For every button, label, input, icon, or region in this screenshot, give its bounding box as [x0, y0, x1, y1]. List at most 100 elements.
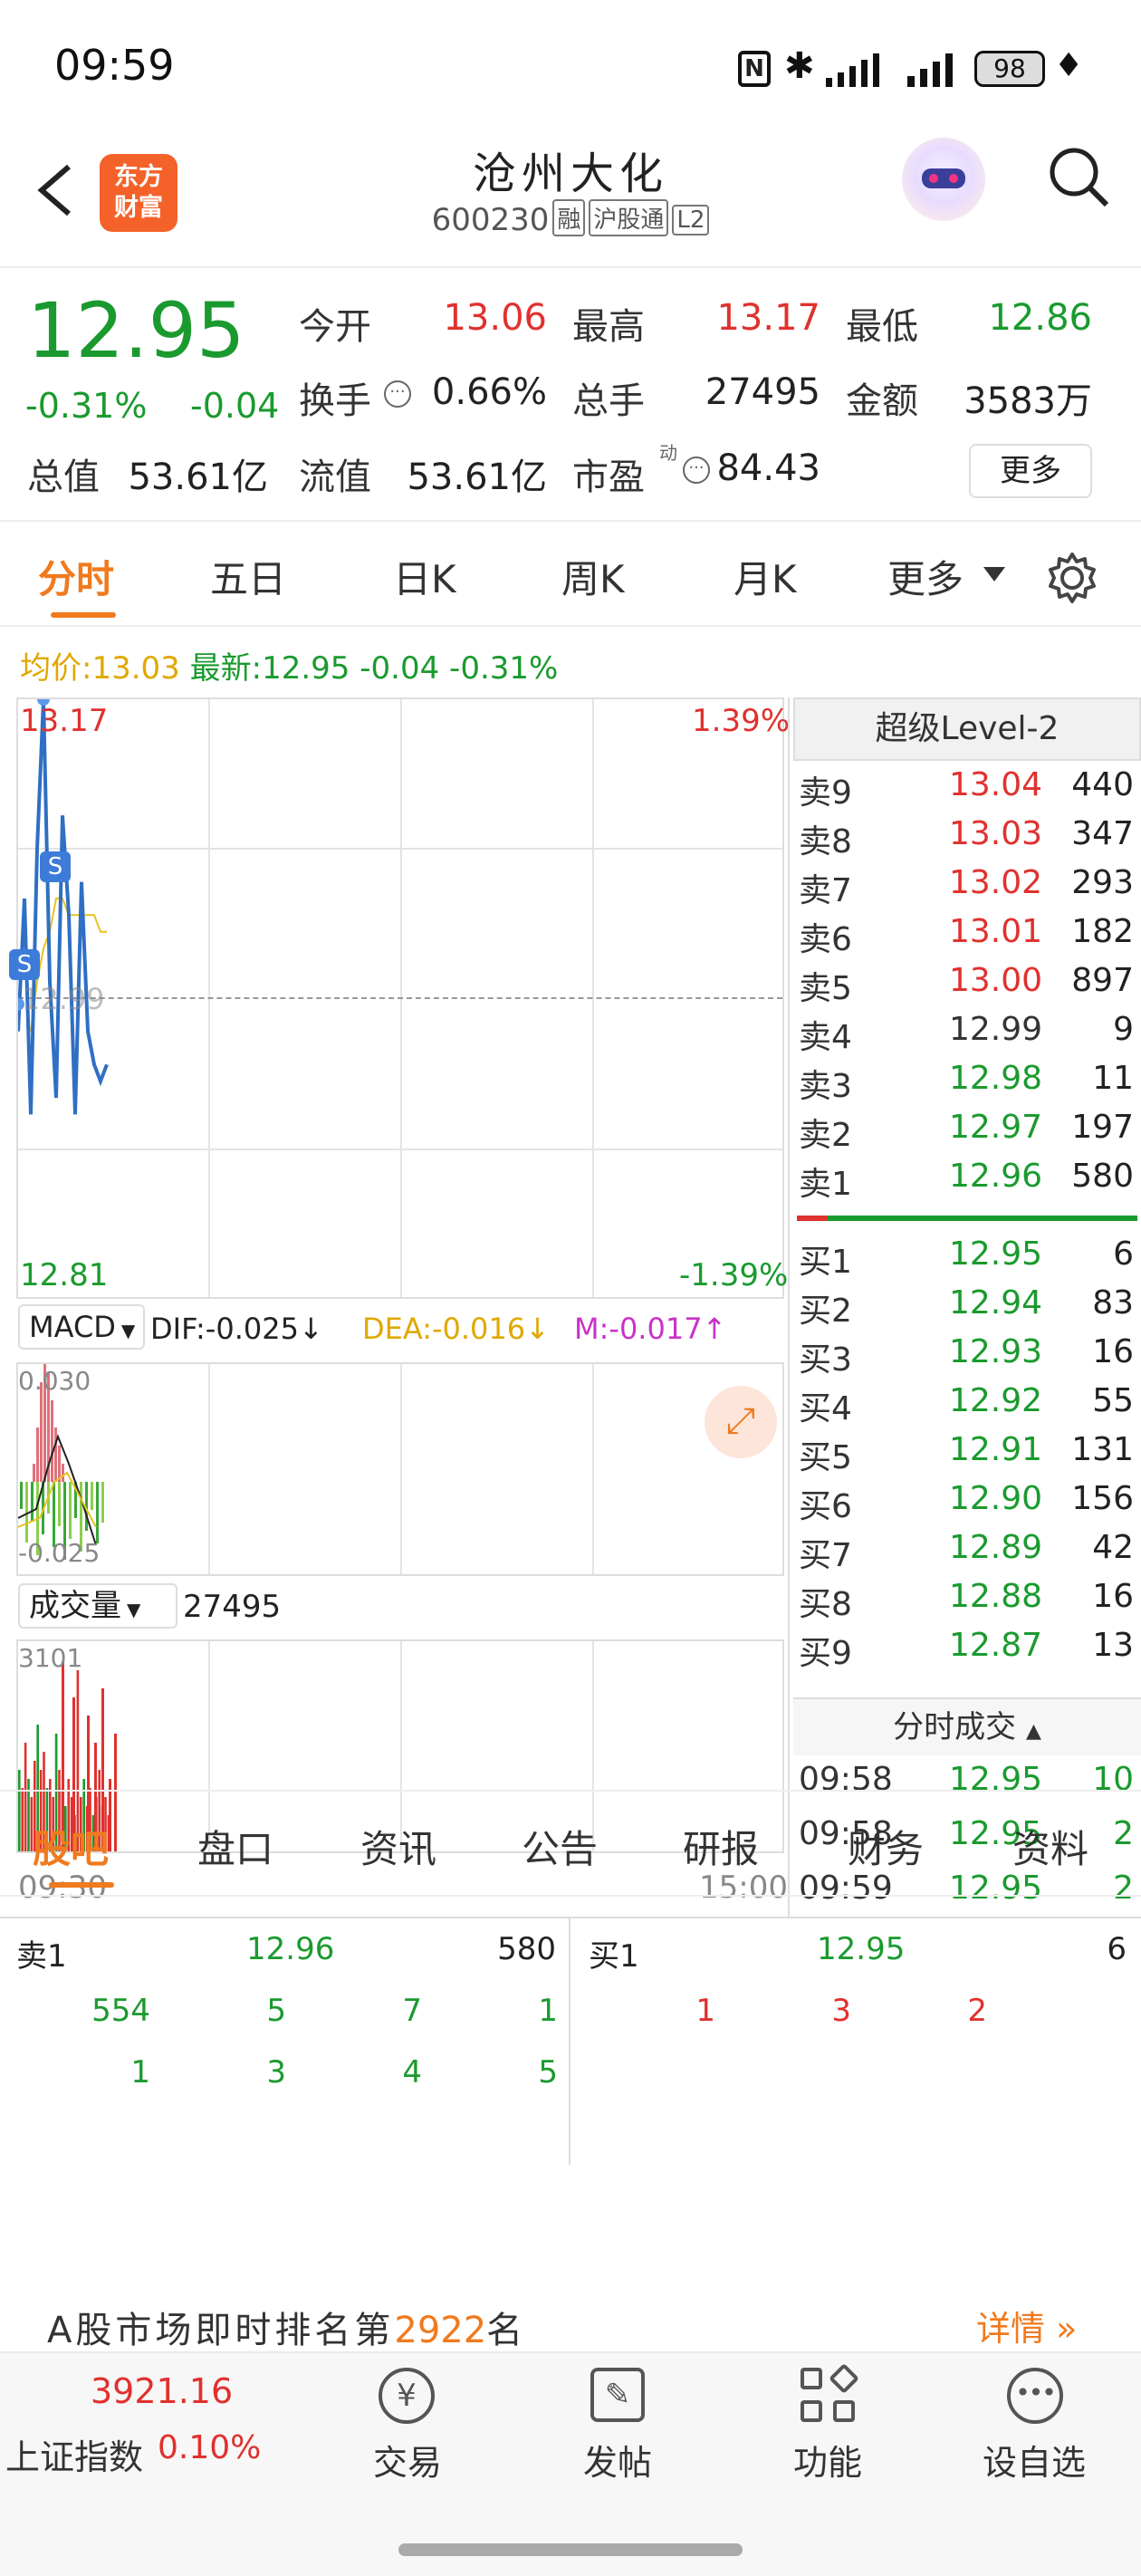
- price-info-line: 均价:13.03 最新:12.95 -0.04 -0.31%: [20, 643, 558, 687]
- subtab-4[interactable]: 研报: [683, 1819, 759, 1874]
- bid-row[interactable]: 买9 12.87 13: [795, 1627, 1139, 1676]
- leaf-icon: ♦: [1054, 47, 1084, 84]
- trade-yen-icon[interactable]: ¥: [379, 2368, 435, 2424]
- macd-bottom-label: -0.025: [18, 1538, 101, 1568]
- ob-price: 12.94: [949, 1284, 1043, 1322]
- queue-buy-vol: 6: [1107, 1931, 1127, 1967]
- tab-more[interactable]: 更多: [887, 549, 964, 604]
- ob-price: 12.95: [949, 1235, 1043, 1273]
- float-label: 流值: [299, 457, 371, 498]
- bid-row[interactable]: 买3 12.93 16: [795, 1333, 1139, 1382]
- index-value[interactable]: 3921.16: [91, 2371, 233, 2411]
- bid-row[interactable]: 买2 12.94 83: [795, 1284, 1139, 1333]
- level2-title[interactable]: 超级Level-2: [793, 697, 1141, 761]
- subtab-0[interactable]: 股吧: [33, 1819, 109, 1874]
- expand-icon[interactable]: ⤢: [705, 1386, 777, 1458]
- bluetooth-icon: ✱: [784, 45, 815, 87]
- nav-trade[interactable]: 交易: [344, 2435, 471, 2485]
- sell-order-qty: 3: [266, 2054, 286, 2091]
- tab-more-caret-icon: [983, 567, 1005, 582]
- subtab-5[interactable]: 财务: [848, 1819, 924, 1874]
- bid-row[interactable]: 买8 12.88 16: [795, 1578, 1139, 1627]
- info-icon[interactable]: ···: [384, 380, 411, 408]
- sell-order-qty: 1: [130, 2054, 150, 2091]
- bid-row[interactable]: 买4 12.92 55: [795, 1382, 1139, 1431]
- signal-icon: [826, 53, 879, 87]
- macd-selector[interactable]: MACD ▼: [18, 1304, 145, 1350]
- ask-row[interactable]: 卖9 13.04 440: [795, 766, 1139, 815]
- intraday-price-line: [18, 699, 109, 1115]
- subtab-2[interactable]: 资讯: [360, 1819, 436, 1874]
- nfc-icon: N: [738, 51, 771, 87]
- bid-row[interactable]: 买1 12.95 6: [795, 1235, 1139, 1284]
- trades-header[interactable]: 分时成交 ▲: [793, 1697, 1141, 1755]
- queue-buy-label: 买1: [589, 1938, 639, 1975]
- queue-sell-label: 卖1: [16, 1938, 67, 1975]
- sell-marker-2[interactable]: S: [9, 949, 40, 980]
- macd-bar-pos: [40, 1382, 43, 1482]
- tab-daily[interactable]: 日K: [393, 549, 456, 604]
- ob-volume: 55: [1092, 1382, 1134, 1419]
- ob-volume: 347: [1071, 815, 1134, 852]
- ob-level: 买5: [799, 1439, 852, 1476]
- ob-price: 12.92: [949, 1382, 1043, 1419]
- nav-post[interactable]: 发帖: [554, 2435, 681, 2485]
- ob-price: 13.03: [949, 815, 1043, 852]
- ask-row[interactable]: 卖5 13.00 897: [795, 962, 1139, 1011]
- ask-row[interactable]: 卖4 12.99 9: [795, 1011, 1139, 1060]
- ob-level: 买6: [799, 1488, 852, 1525]
- tab-five-day[interactable]: 五日: [210, 549, 286, 604]
- home-indicator[interactable]: [398, 2543, 743, 2556]
- ob-volume: 83: [1092, 1284, 1134, 1322]
- order-queue: [0, 1917, 1141, 2165]
- ask-row[interactable]: 卖8 13.03 347: [795, 815, 1139, 864]
- nav-add-watchlist[interactable]: 设自选: [971, 2435, 1098, 2485]
- sell-order-qty: 5: [538, 2054, 558, 2091]
- ob-volume: 293: [1071, 864, 1134, 901]
- robot-avatar-icon[interactable]: [902, 138, 985, 221]
- ob-price: 12.98: [949, 1060, 1043, 1097]
- tab-monthly[interactable]: 月K: [734, 549, 797, 604]
- ask-row[interactable]: 卖2 12.97 197: [795, 1109, 1139, 1158]
- subtab-1[interactable]: 盘口: [197, 1819, 273, 1874]
- ob-level: 买1: [799, 1244, 852, 1281]
- pe-info-icon[interactable]: ···: [683, 457, 710, 484]
- avg-value: 13.03: [91, 650, 180, 687]
- ask-row[interactable]: 卖3 12.98 11: [795, 1060, 1139, 1109]
- ob-volume: 182: [1071, 913, 1134, 950]
- volume-label: 成交量: [29, 1588, 121, 1624]
- tab-weekly[interactable]: 周K: [561, 549, 625, 604]
- search-icon[interactable]: [1047, 145, 1112, 210]
- back-icon[interactable]: [33, 163, 76, 217]
- tab-intraday[interactable]: 分时: [38, 549, 114, 604]
- change-percent: -0.31%: [25, 386, 148, 426]
- index-name[interactable]: 上证指数: [5, 2429, 143, 2479]
- subtab-6[interactable]: 资料: [1012, 1819, 1088, 1874]
- nav-function[interactable]: 功能: [764, 2435, 891, 2485]
- rank-detail-link[interactable]: 详情 »: [976, 2301, 1077, 2350]
- bid-row[interactable]: 买7 12.89 42: [795, 1529, 1139, 1578]
- dea-line: [18, 1471, 97, 1528]
- ask-row[interactable]: 卖7 13.02 293: [795, 864, 1139, 913]
- function-grid-icon[interactable]: [801, 2363, 859, 2424]
- post-edit-icon[interactable]: ✎: [590, 2368, 645, 2422]
- sell-order-qty: 7: [402, 1993, 422, 2029]
- more-button[interactable]: 更多: [969, 444, 1092, 498]
- app-logo[interactable]: 东方 财富: [100, 154, 177, 232]
- y-bottom-label: 12.81: [20, 1257, 109, 1293]
- volume-total: 27495: [183, 1589, 282, 1625]
- sell-marker-1[interactable]: S: [40, 851, 71, 882]
- more-dots-icon[interactable]: •••: [1007, 2368, 1063, 2424]
- ob-price: 12.93: [949, 1333, 1043, 1370]
- logo-text-2: 财富: [114, 194, 163, 222]
- macd-dea: DEA:-0.016↓: [362, 1312, 550, 1346]
- ask-row[interactable]: 卖6 13.01 182: [795, 913, 1139, 962]
- subtab-3[interactable]: 公告: [522, 1819, 598, 1874]
- volume-selector[interactable]: 成交量 ▼: [18, 1583, 177, 1629]
- ask-row[interactable]: 卖1 12.96 580: [795, 1158, 1139, 1206]
- bid-row[interactable]: 买6 12.90 156: [795, 1480, 1139, 1529]
- volume-value: 27495: [705, 371, 820, 413]
- subtab-indicator: [49, 1882, 114, 1888]
- settings-gear-icon[interactable]: [1045, 551, 1099, 605]
- bid-row[interactable]: 买5 12.91 131: [795, 1431, 1139, 1480]
